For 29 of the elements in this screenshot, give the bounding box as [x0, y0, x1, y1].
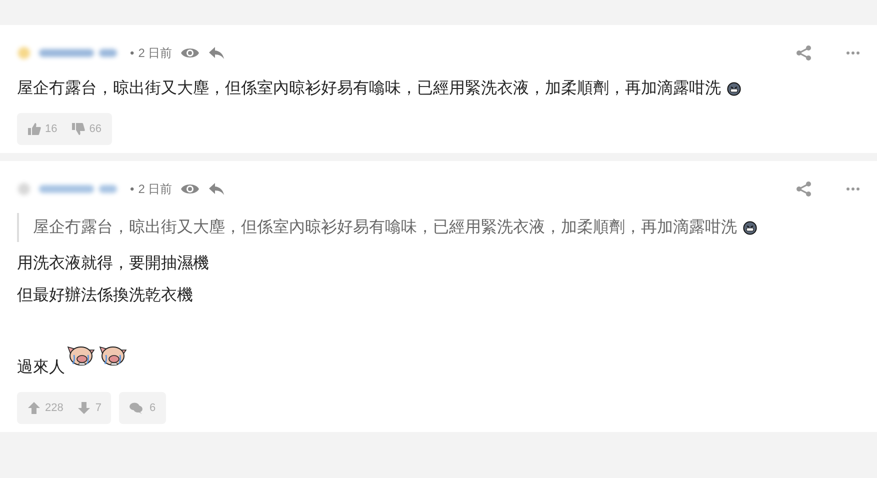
- eye-icon[interactable]: [180, 182, 200, 196]
- up-arrow-icon: [27, 401, 41, 415]
- grimace-face-icon: [743, 220, 757, 234]
- more-icon[interactable]: [846, 51, 860, 55]
- quote-text: 屋企冇露台，晾出街又大塵，但係室內晾衫好易有噏味，已經用緊洗衣液，加柔順劑，再加滴露咁洗: [33, 218, 737, 238]
- comment-text: 用洗衣液就得，要開抽濕機: [17, 254, 209, 274]
- reply-icon[interactable]: [208, 46, 226, 60]
- comment-text: 過來人: [17, 358, 65, 378]
- grimace-face-icon: [727, 82, 741, 96]
- reply-icon[interactable]: [208, 182, 226, 196]
- thumbs-up-icon: [27, 122, 41, 136]
- eye-icon[interactable]: [180, 46, 200, 60]
- share-icon[interactable]: [796, 45, 812, 61]
- more-icon[interactable]: [846, 187, 860, 191]
- comment-text: 屋企冇露台，晾出街又大塵，但係室內晾衫好易有噏味，已經用緊洗衣液，加柔順劑，再加滴露咁洗: [17, 78, 721, 99]
- upvote-button[interactable]: 228: [27, 401, 72, 415]
- thumbs-down-icon: [71, 122, 86, 136]
- upvote-button[interactable]: 16: [27, 122, 66, 136]
- comment-text: 但最好辦法係換洗乾衣機: [17, 286, 193, 306]
- chat-bubbles-icon: [129, 402, 144, 414]
- separator-dot: •: [130, 182, 134, 196]
- post-time: 2 日前: [138, 44, 172, 62]
- post-time: 2 日前: [138, 180, 172, 198]
- downvote-button[interactable]: 7: [77, 401, 102, 415]
- down-arrow-icon: [77, 401, 92, 415]
- replies-button[interactable]: 6: [119, 392, 166, 424]
- downvote-button[interactable]: 66: [71, 122, 102, 136]
- separator-dot: •: [130, 46, 134, 60]
- share-icon[interactable]: [796, 181, 812, 197]
